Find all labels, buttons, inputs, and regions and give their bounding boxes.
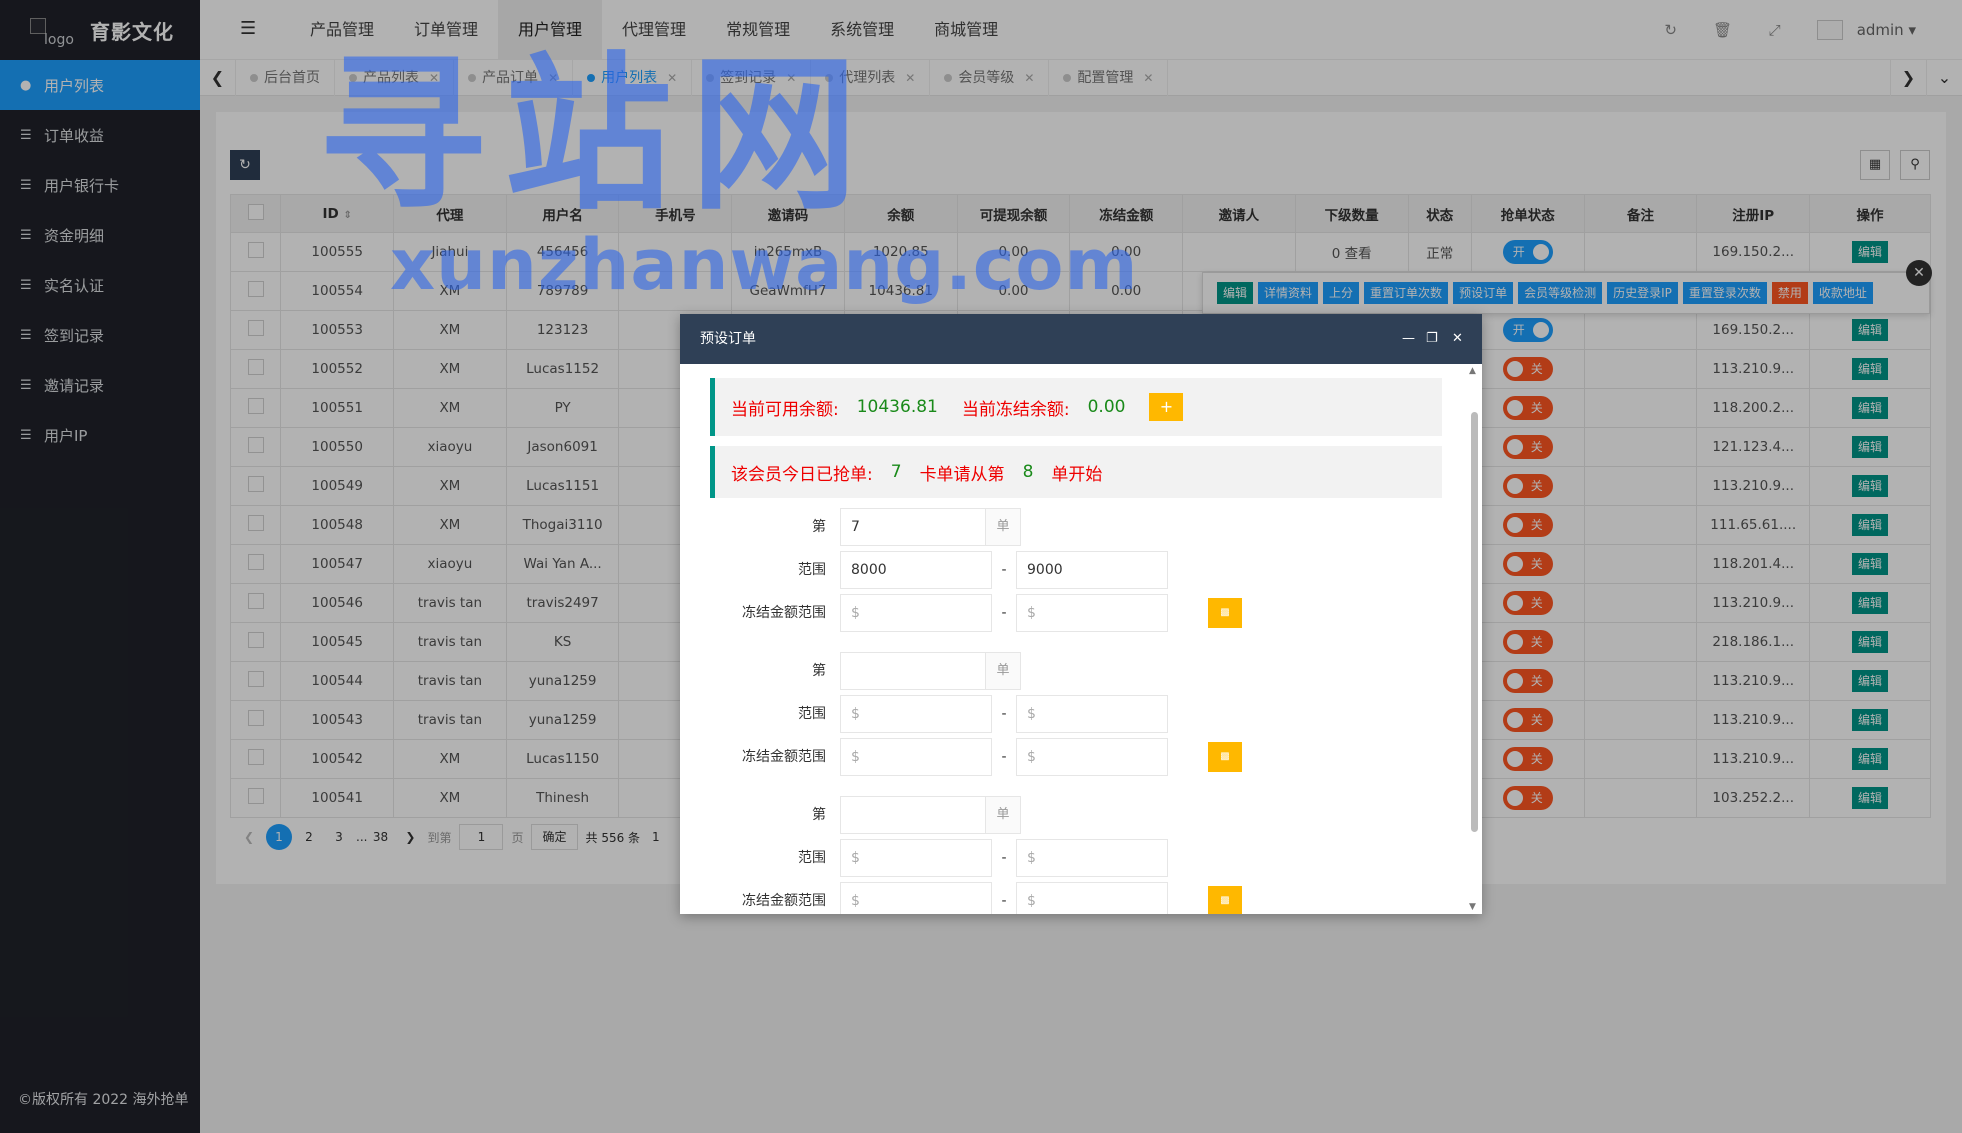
frozen-balance-value: 0.00 bbox=[1087, 397, 1126, 417]
preset-range-row: 范围 8000 - 9000 bbox=[680, 551, 1462, 589]
frozen-balance-label: 当前冻结余额: bbox=[961, 399, 1070, 420]
preset-range-row: 范围 $ - $ bbox=[680, 839, 1462, 877]
order-unit: 单 bbox=[985, 796, 1021, 834]
close-icon[interactable]: ✕ bbox=[1452, 314, 1463, 364]
frozen-range-label: 冻结金额范围 bbox=[742, 749, 826, 765]
card-order-label: 卡单请从第 bbox=[919, 464, 1005, 485]
range-label: 范围 bbox=[798, 850, 826, 866]
balance-panel: 当前可用余额: 10436.81 当前冻结余额: 0.00 + bbox=[710, 378, 1442, 436]
add-preset-button[interactable]: + bbox=[1149, 393, 1184, 421]
frozen-range-label: 冻结金额范围 bbox=[742, 893, 826, 909]
delete-preset-button[interactable]: ▩ bbox=[1208, 598, 1242, 628]
order-index-input[interactable] bbox=[840, 652, 986, 690]
available-balance-value: 10436.81 bbox=[856, 397, 938, 417]
preset-frozen-row: 冻结金额范围 $ - $ ▩ bbox=[680, 882, 1462, 914]
range-label: 范围 bbox=[798, 706, 826, 722]
modal-body: 当前可用余额: 10436.81 当前冻结余额: 0.00 + 该会员今日已抢单… bbox=[680, 364, 1462, 914]
range-min-input[interactable]: $ bbox=[840, 839, 992, 877]
range-min-input[interactable]: $ bbox=[840, 695, 992, 733]
order-index-label: 第 bbox=[812, 519, 826, 535]
preset-order-row: 第 7 单 bbox=[680, 508, 1462, 546]
today-orders-value: 7 bbox=[890, 462, 902, 482]
scroll-up-icon[interactable]: ▲ bbox=[1469, 366, 1476, 376]
range-separator: - bbox=[1001, 605, 1007, 621]
preset-range-row: 范围 $ - $ bbox=[680, 695, 1462, 733]
range-max-input[interactable]: 9000 bbox=[1016, 551, 1168, 589]
range-min-input[interactable]: 8000 bbox=[840, 551, 992, 589]
preset-order-modal: 预设订单 — ❐ ✕ 当前可用余额: 10436.81 当前冻结余额: 0.00… bbox=[680, 314, 1482, 914]
available-balance-label: 当前可用余额: bbox=[731, 399, 839, 420]
preset-frozen-row: 冻结金额范围 $ - $ ▩ bbox=[680, 594, 1462, 632]
order-index-label: 第 bbox=[812, 807, 826, 823]
order-index-input[interactable]: 7 bbox=[840, 508, 986, 546]
order-unit: 单 bbox=[985, 652, 1021, 690]
preset-order-row: 第 单 bbox=[680, 796, 1462, 834]
order-index-label: 第 bbox=[812, 663, 826, 679]
delete-preset-button[interactable]: ▩ bbox=[1208, 742, 1242, 772]
minimize-icon[interactable]: — bbox=[1402, 314, 1415, 364]
modal-header: 预设订单 — ❐ ✕ bbox=[680, 314, 1482, 364]
frozen-range-label: 冻结金额范围 bbox=[742, 605, 826, 621]
range-separator: - bbox=[1001, 562, 1007, 578]
frozen-min-input[interactable]: $ bbox=[840, 882, 992, 914]
card-order-value: 8 bbox=[1022, 462, 1034, 482]
preset-frozen-row: 冻结金额范围 $ - $ ▩ bbox=[680, 738, 1462, 776]
modal-title: 预设订单 bbox=[700, 331, 756, 347]
range-separator: - bbox=[1001, 893, 1007, 909]
range-max-input[interactable]: $ bbox=[1016, 839, 1168, 877]
delete-preset-button[interactable]: ▩ bbox=[1208, 886, 1242, 914]
range-separator: - bbox=[1001, 850, 1007, 866]
order-unit: 单 bbox=[985, 508, 1021, 546]
range-separator: - bbox=[1001, 706, 1007, 722]
frozen-max-input[interactable]: $ bbox=[1016, 882, 1168, 914]
modal-scrollbar[interactable]: ▲ ▼ bbox=[1468, 366, 1480, 912]
range-separator: - bbox=[1001, 749, 1007, 765]
range-max-input[interactable]: $ bbox=[1016, 695, 1168, 733]
order-index-input[interactable] bbox=[840, 796, 986, 834]
maximize-icon[interactable]: ❐ bbox=[1426, 314, 1438, 364]
scroll-down-icon[interactable]: ▼ bbox=[1469, 902, 1476, 912]
range-label: 范围 bbox=[798, 562, 826, 578]
today-orders-label: 该会员今日已抢单: bbox=[731, 464, 873, 485]
frozen-max-input[interactable]: $ bbox=[1016, 738, 1168, 776]
frozen-min-input[interactable]: $ bbox=[840, 594, 992, 632]
card-order-suffix: 单开始 bbox=[1051, 464, 1103, 485]
frozen-max-input[interactable]: $ bbox=[1016, 594, 1168, 632]
preset-order-row: 第 单 bbox=[680, 652, 1462, 690]
frozen-min-input[interactable]: $ bbox=[840, 738, 992, 776]
today-orders-panel: 该会员今日已抢单: 7 卡单请从第 8 单开始 bbox=[710, 446, 1442, 498]
scroll-thumb[interactable] bbox=[1471, 412, 1478, 832]
